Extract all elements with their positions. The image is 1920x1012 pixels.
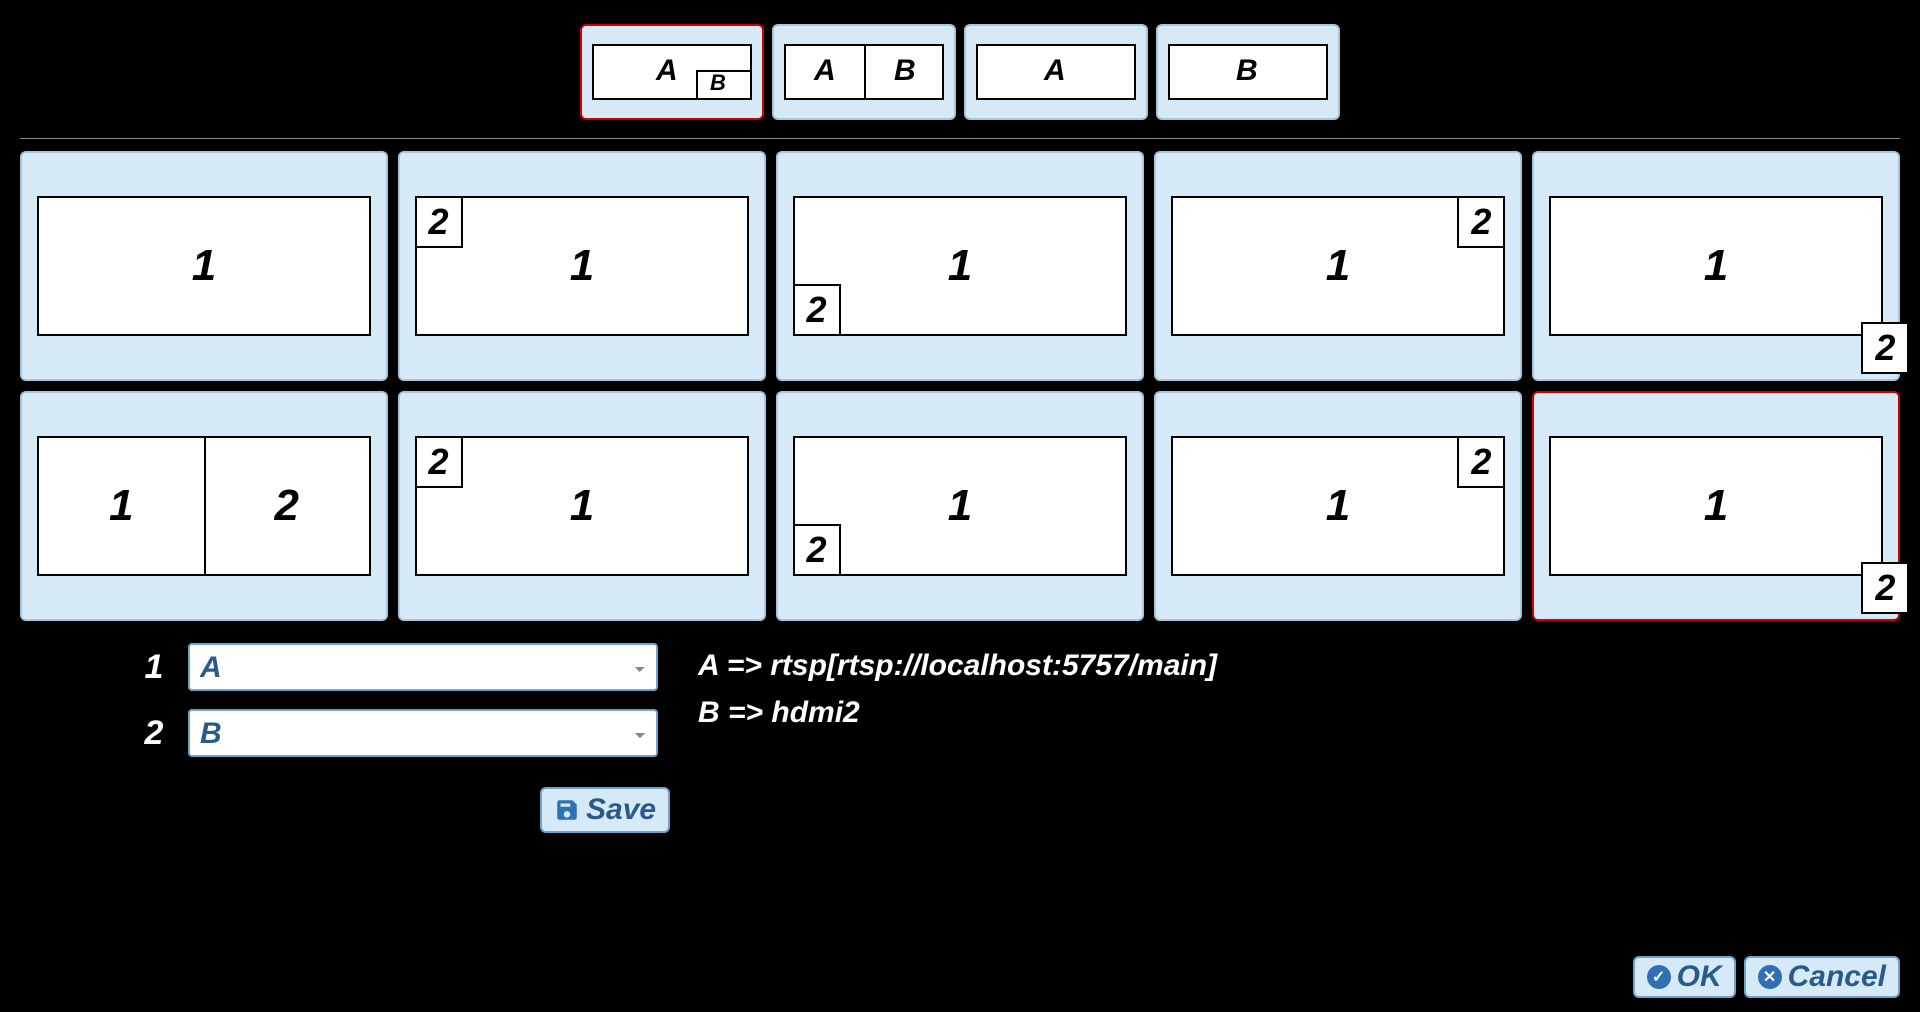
main-label: 1	[948, 481, 972, 531]
split-right-label: 2	[274, 481, 298, 531]
layout-mode-split-preview: A B	[784, 44, 944, 100]
layout-mode-solo-a-preview: A	[976, 44, 1136, 100]
pip-label: 2	[1875, 567, 1895, 609]
close-icon: ✕	[1758, 965, 1782, 989]
position-cell-3[interactable]: 1 2	[1154, 151, 1522, 381]
assignment-select-2[interactable]: B	[188, 709, 658, 757]
position-preview: 1 2	[793, 436, 1128, 576]
main-label: 1	[1704, 241, 1728, 291]
pip-label: 2	[807, 529, 827, 571]
pip-label: 2	[429, 441, 449, 483]
pip-box: 2	[793, 524, 841, 576]
position-cell-6[interactable]: 1 2	[398, 391, 766, 621]
check-icon: ✓	[1647, 965, 1671, 989]
pip-box: 2	[415, 436, 463, 488]
layout-mode-pip[interactable]: A B	[580, 24, 764, 120]
cancel-button-label: Cancel	[1788, 960, 1886, 994]
pip-box: 2	[1861, 562, 1909, 614]
position-cell-0[interactable]: 1	[20, 151, 388, 381]
layout-mode-solo-b[interactable]: B	[1156, 24, 1340, 120]
position-cell-2[interactable]: 1 2	[776, 151, 1144, 381]
layout-mode-pip-a: A	[656, 54, 678, 88]
main-label: 1	[570, 481, 594, 531]
position-preview: 1 2	[415, 436, 750, 576]
divider-line	[864, 46, 866, 98]
divider	[20, 138, 1900, 139]
main-label: 1	[1704, 481, 1728, 531]
save-icon	[554, 797, 580, 823]
assignment-row-2: 2 B	[140, 709, 658, 757]
split-left-label: 1	[109, 481, 133, 531]
position-preview: 1	[37, 196, 372, 336]
layout-mode-row: A B A B A B	[0, 0, 1920, 138]
cancel-button[interactable]: ✕ Cancel	[1744, 956, 1900, 998]
position-cell-9[interactable]: 1 2	[1532, 391, 1900, 621]
divider-line	[204, 438, 206, 574]
layout-mode-pip-b: B	[710, 70, 726, 96]
layout-mode-split-b: B	[894, 54, 916, 88]
layout-mode-solo-b-preview: B	[1168, 44, 1328, 100]
assignment-index-2: 2	[140, 714, 168, 753]
pip-label: 2	[1471, 201, 1491, 243]
position-preview: 1 2	[1171, 196, 1506, 336]
ok-button-label: OK	[1677, 960, 1722, 994]
position-preview: 1 2	[1171, 436, 1506, 576]
main-label: 1	[948, 241, 972, 291]
layout-mode-pip-preview: A B	[592, 44, 752, 100]
position-cell-1[interactable]: 1 2	[398, 151, 766, 381]
pip-box: 2	[415, 196, 463, 248]
layout-mode-split[interactable]: A B	[772, 24, 956, 120]
position-preview: 1 2	[1549, 196, 1884, 336]
position-preview: 1 2	[415, 196, 750, 336]
position-cell-4[interactable]: 1 2	[1532, 151, 1900, 381]
assignment-rows: 1 A 2 B	[140, 643, 658, 757]
mapping-b: B => hdmi2	[698, 690, 1217, 737]
position-preview: 1 2	[793, 196, 1128, 336]
main-label: 1	[1326, 481, 1350, 531]
dialog-footer: ✓ OK ✕ Cancel	[1633, 956, 1900, 998]
assignment-row-1: 1 A	[140, 643, 658, 691]
position-cell-8[interactable]: 1 2	[1154, 391, 1522, 621]
pip-box: 2	[793, 284, 841, 336]
assignment-form: 1 A 2 B A => rtsp[rtsp://localhost:5757/…	[0, 621, 1920, 757]
pip-label: 2	[1471, 441, 1491, 483]
pip-label: 2	[807, 289, 827, 331]
mapping-a: A => rtsp[rtsp://localhost:5757/main]	[698, 643, 1217, 690]
layout-mode-solo-a[interactable]: A	[964, 24, 1148, 120]
main-label: 1	[570, 241, 594, 291]
layout-mode-solo-a-label: A	[1044, 54, 1066, 88]
pip-box: 2	[1861, 322, 1909, 374]
pip-label: 2	[1875, 327, 1895, 369]
pip-box: 2	[1457, 436, 1505, 488]
ok-button[interactable]: ✓ OK	[1633, 956, 1736, 998]
position-cell-7[interactable]: 1 2	[776, 391, 1144, 621]
main-label: 1	[1326, 241, 1350, 291]
layout-mode-split-a: A	[814, 54, 836, 88]
save-button-label: Save	[586, 793, 656, 827]
assignment-index-1: 1	[140, 648, 168, 687]
assignment-select-1[interactable]: A	[188, 643, 658, 691]
pip-label: 2	[429, 201, 449, 243]
position-preview: 1 2	[37, 436, 372, 576]
source-mappings: A => rtsp[rtsp://localhost:5757/main] B …	[698, 643, 1217, 736]
main-label: 1	[192, 241, 216, 291]
position-cell-5[interactable]: 1 2	[20, 391, 388, 621]
save-button[interactable]: Save	[540, 787, 670, 833]
position-preview: 1 2	[1549, 436, 1884, 576]
pip-box: 2	[1457, 196, 1505, 248]
layout-mode-solo-b-label: B	[1236, 54, 1258, 88]
position-grid: 1 1 2 1 2 1 2 1 2	[0, 151, 1920, 621]
